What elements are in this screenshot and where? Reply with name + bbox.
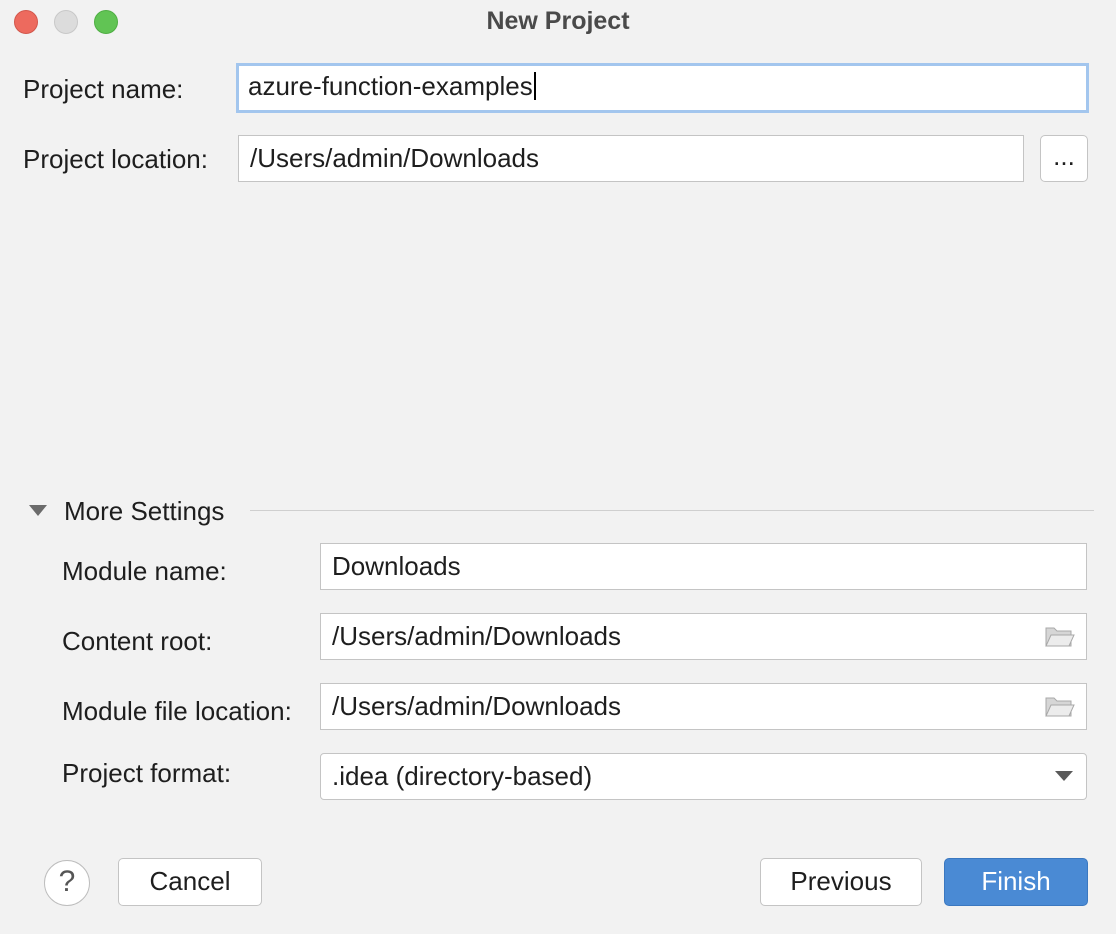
project-format-value: .idea (directory-based) [332,761,593,791]
disclosure-triangle-icon[interactable] [28,503,48,517]
text-caret [533,72,536,100]
browse-location-button[interactable]: ... [1040,135,1088,182]
folder-icon[interactable] [1045,694,1075,718]
module-name-label: Module name: [62,556,227,586]
cancel-button[interactable]: Cancel [118,858,262,906]
help-button[interactable]: ? [44,860,90,906]
project-location-input[interactable]: /Users/admin/Downloads [238,135,1024,182]
project-format-label: Project format: [62,758,232,788]
content-root-input[interactable]: /Users/admin/Downloads [320,613,1087,660]
module-file-location-label: Module file location: [62,696,292,726]
finish-button[interactable]: Finish [944,858,1088,906]
content-root-value: /Users/admin/Downloads [332,621,622,651]
project-name-input[interactable]: azure-function-examples [236,63,1089,113]
more-settings-header[interactable]: More Settings [64,495,224,527]
module-file-location-input[interactable]: /Users/admin/Downloads [320,683,1087,730]
project-name-value: azure-function-examples [248,71,533,101]
window-title: New Project [486,7,630,35]
project-location-label: Project location: [23,144,208,174]
project-location-value: /Users/admin/Downloads [250,143,540,173]
previous-button[interactable]: Previous [760,858,922,906]
folder-icon[interactable] [1045,624,1075,648]
project-name-label: Project name: [23,74,184,104]
content-root-label: Content root: [62,626,213,656]
chevron-down-icon[interactable] [1054,770,1074,782]
module-file-location-value: /Users/admin/Downloads [332,691,622,721]
module-name-input[interactable]: Downloads [320,543,1087,590]
module-name-value: Downloads [332,551,461,581]
section-divider [250,510,1094,511]
project-format-select[interactable]: .idea (directory-based) [320,753,1087,800]
